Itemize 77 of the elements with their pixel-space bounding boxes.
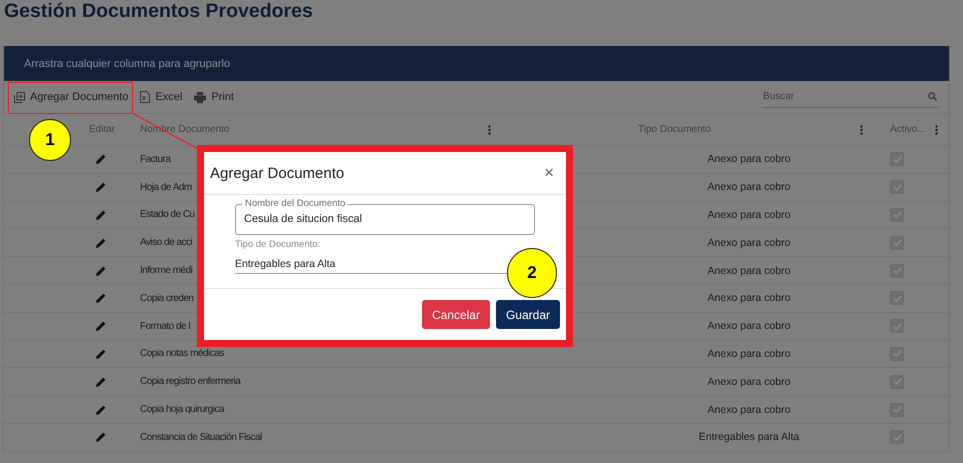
table-cell: Anexo para cobro xyxy=(708,348,790,360)
table-cell: Anexo para cobro xyxy=(708,292,790,304)
table-cell: Copia notas médicas xyxy=(140,348,224,360)
pencil-icon[interactable] xyxy=(96,238,106,248)
add-document-icon xyxy=(14,92,25,102)
active-checkbox[interactable] xyxy=(890,430,904,444)
active-checkbox[interactable] xyxy=(890,291,904,306)
checkmark-icon xyxy=(892,294,902,302)
pencil-icon[interactable] xyxy=(96,321,106,332)
printer-icon xyxy=(194,92,206,102)
table-cell: Formato de l xyxy=(140,320,190,332)
table-cell: Anexo para cobro xyxy=(708,264,790,277)
table-cell: Hoja de Adm xyxy=(140,182,192,193)
spreadsheet-icon xyxy=(140,91,150,103)
print-button[interactable]: Print xyxy=(194,91,234,103)
active-checkbox[interactable] xyxy=(890,236,904,250)
table-cell: Anexo para cobro xyxy=(708,376,790,388)
table-cell: Anexo para cobro xyxy=(708,153,790,166)
column-menu-icon[interactable] xyxy=(488,124,491,134)
column-header[interactable]: Activo... xyxy=(890,124,935,135)
pencil-icon[interactable] xyxy=(96,404,106,415)
excel-button[interactable]: Excel xyxy=(140,91,182,103)
table-cell: Aviso de acci xyxy=(140,237,192,248)
checkmark-icon xyxy=(892,406,902,414)
active-checkbox[interactable] xyxy=(890,264,904,278)
table-cell: Informe médi xyxy=(140,265,192,276)
table-cell: Factura xyxy=(140,154,170,165)
checkmark-icon xyxy=(892,156,902,163)
checkmark-icon xyxy=(892,378,902,386)
pencil-icon[interactable] xyxy=(96,432,106,442)
checkmark-icon xyxy=(892,350,902,358)
table-cell: Anexo para cobro xyxy=(708,236,790,249)
search-field[interactable]: Buscar xyxy=(763,86,939,108)
active-checkbox[interactable] xyxy=(890,402,904,417)
pencil-icon[interactable] xyxy=(96,210,106,220)
table-cell: Constancia de Situación Fiscal xyxy=(140,432,262,443)
search-icon[interactable] xyxy=(928,92,937,101)
column-menu-icon[interactable] xyxy=(860,124,863,134)
dialog-title: Agregar Documento xyxy=(210,164,344,182)
table-cell: Anexo para cobro xyxy=(708,320,790,332)
save-button[interactable]: Guardar xyxy=(496,300,560,329)
checkmark-icon xyxy=(892,211,902,218)
close-button[interactable]: × xyxy=(544,163,554,183)
pencil-icon[interactable] xyxy=(96,376,106,387)
active-checkbox[interactable] xyxy=(890,346,904,361)
table-cell: Anexo para cobro xyxy=(708,208,790,221)
add-button[interactable]: Agregar Documento xyxy=(14,91,128,103)
table-cell: Copia hoja quirurgica xyxy=(140,404,224,416)
checkmark-icon xyxy=(892,184,902,191)
field-label: Tipo de Documento: xyxy=(235,239,322,250)
column-header[interactable]: Tipo Documento xyxy=(638,124,860,135)
checkmark-icon xyxy=(892,267,902,274)
pencil-icon[interactable] xyxy=(96,266,106,276)
active-checkbox[interactable] xyxy=(890,208,904,222)
page-title: Gestión Documentos Provedores xyxy=(3,0,314,24)
table-cell: Anexo para cobro xyxy=(708,181,790,194)
active-checkbox[interactable] xyxy=(890,374,904,389)
step-marker: 1 xyxy=(29,119,71,161)
active-checkbox[interactable] xyxy=(890,180,904,194)
checkmark-icon xyxy=(892,434,902,441)
pencil-icon[interactable] xyxy=(96,348,106,359)
table-cell: Copia registro enfermeria xyxy=(140,376,240,388)
table-cell: Anexo para cobro xyxy=(708,404,790,416)
pencil-icon[interactable] xyxy=(96,182,106,192)
active-checkbox[interactable] xyxy=(890,152,904,166)
column-header[interactable]: Editar xyxy=(89,124,116,135)
column-menu-icon[interactable] xyxy=(935,124,938,134)
table-cell: Copia creden xyxy=(140,292,194,304)
pencil-icon[interactable] xyxy=(96,293,106,304)
group-by-hint: Arrastra cualquier columna para agruparlo xyxy=(24,58,230,70)
table-cell: Estado de Cu xyxy=(140,209,195,220)
cancel-button[interactable]: Cancelar xyxy=(422,300,490,329)
checkmark-icon xyxy=(892,322,902,330)
table-cell: Entregables para Alta xyxy=(698,431,800,444)
checkmark-icon xyxy=(892,239,902,246)
pencil-icon[interactable] xyxy=(96,154,106,164)
active-checkbox[interactable] xyxy=(890,319,904,334)
